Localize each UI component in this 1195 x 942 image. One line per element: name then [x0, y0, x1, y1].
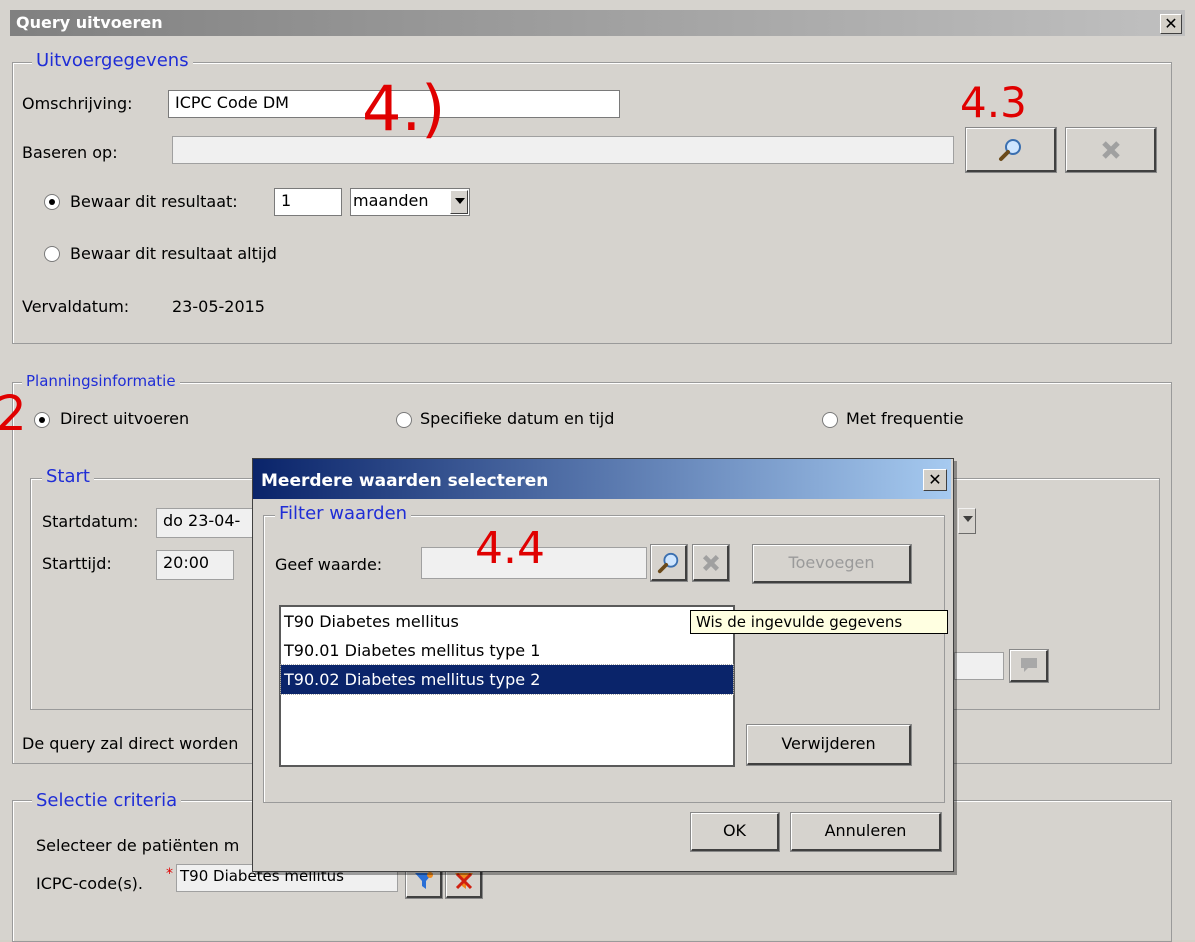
values-list[interactable]: T90 Diabetes mellitus T90.01 Diabetes me… [279, 605, 735, 767]
dialog-close-button[interactable]: ✕ [923, 469, 947, 491]
direct-label: Direct uitvoeren [60, 409, 190, 428]
startdatum-label: Startdatum: [42, 512, 139, 531]
planning-info-text: De query zal direct worden [22, 734, 239, 753]
annotation-2: 2 [0, 386, 27, 442]
list-item-label: T90.01 Diabetes mellitus type 1 [284, 641, 541, 660]
chevron-down-icon[interactable] [450, 190, 468, 214]
direct-radio[interactable] [34, 412, 50, 428]
annotation-4-3: 4.3 [960, 78, 1027, 127]
dialog-title: Meerdere waarden selecteren [253, 459, 951, 499]
annotation-4-4: 4.4 [475, 523, 545, 574]
clear-filter-icon [454, 872, 473, 890]
baseren-label: Baseren op: [22, 143, 118, 162]
annotation-4-1: 4.) [362, 72, 446, 145]
specifiek-label: Specifieke datum en tijd [420, 409, 615, 428]
clear-x-icon [1101, 141, 1120, 159]
bewaar-label: Bewaar dit resultaat: [70, 192, 238, 211]
clear-button[interactable] [1065, 127, 1157, 173]
select-values-dialog: Meerdere waarden selecteren ✕ Filter waa… [252, 458, 954, 872]
list-item[interactable]: T90 Diabetes mellitus [281, 607, 733, 636]
dialog-clear-button[interactable] [692, 544, 730, 582]
ok-button[interactable]: OK [690, 812, 780, 852]
dialog-search-button[interactable] [650, 544, 688, 582]
starttijd-label: Starttijd: [42, 554, 112, 573]
tooltip: Wis de ingevulde gegevens [690, 610, 948, 634]
bewaar-altijd-label: Bewaar dit resultaat altijd [70, 244, 277, 263]
search-icon [657, 552, 678, 574]
filter-legend: Filter waarden [275, 503, 412, 524]
planning-legend: Planningsinformatie [22, 372, 180, 390]
search-button[interactable] [965, 127, 1057, 173]
chevron-down-icon-bg[interactable] [958, 508, 976, 534]
start-legend: Start [42, 466, 94, 487]
frequentie-radio[interactable] [822, 412, 838, 428]
bg-field [954, 652, 1004, 680]
selectie-text: Selecteer de patiënten m [36, 836, 240, 855]
vervaldatum-value: 23-05-2015 [172, 297, 265, 316]
window-title: Query uitvoeren [10, 10, 1185, 36]
verwijderen-button[interactable]: Verwijderen [746, 724, 912, 766]
speech-bubble-icon [1020, 658, 1037, 672]
baseren-field[interactable] [172, 136, 954, 164]
bewaar-value-field[interactable]: 1 [274, 188, 342, 216]
specifiek-radio[interactable] [396, 412, 412, 428]
toevoegen-button[interactable]: Toevoegen [752, 544, 912, 584]
startdatum-field[interactable]: do 23-04- [156, 508, 256, 538]
annuleren-button[interactable]: Annuleren [790, 812, 942, 852]
bewaar-altijd-radio[interactable] [44, 246, 60, 262]
frequentie-label: Met frequentie [846, 409, 964, 428]
required-marker: * [166, 866, 173, 882]
geef-waarde-label: Geef waarde: [275, 555, 383, 574]
search-icon [998, 139, 1021, 161]
omschrijving-label: Omschrijving: [22, 94, 133, 113]
uitvoergegevens-legend: Uitvoergegevens [32, 50, 193, 71]
starttijd-field[interactable]: 20:00 [156, 550, 234, 580]
list-item-label: T90.02 Diabetes mellitus type 2 [284, 670, 541, 689]
selectie-legend: Selectie criteria [32, 790, 182, 811]
window-close-button[interactable]: ✕ [1160, 14, 1182, 34]
list-item[interactable]: T90.01 Diabetes mellitus type 1 [281, 636, 733, 665]
list-item-selected[interactable]: T90.02 Diabetes mellitus type 2 [280, 664, 734, 695]
bewaar-radio[interactable] [44, 194, 60, 210]
funnel-icon [414, 872, 433, 889]
list-item-label: T90 Diabetes mellitus [284, 612, 459, 631]
comment-button[interactable] [1009, 649, 1049, 683]
clear-x-icon [702, 554, 719, 572]
bewaar-unit-value: maanden [353, 191, 429, 210]
icpc-label: ICPC-code(s). [36, 874, 143, 893]
vervaldatum-label: Vervaldatum: [22, 297, 130, 316]
